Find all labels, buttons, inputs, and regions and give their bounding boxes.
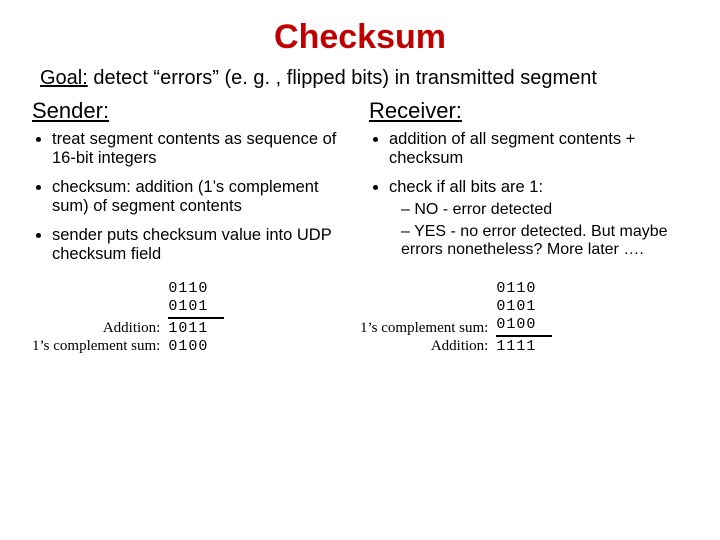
operand: 0101 [168,298,224,316]
label-complement: 1’s complement sum: [32,337,160,356]
list-item: check if all bits are 1: NO - error dete… [389,178,688,259]
list-item: YES - no error detected. But maybe error… [401,223,688,259]
operand: 0100 [496,316,552,334]
list-item: NO - error detected [401,201,688,219]
operand: 0110 [168,280,224,298]
receiver-column: Receiver: addition of all segment conten… [369,94,688,274]
calc-left-numbers: 0110 0101 1011 0100 [168,280,224,356]
goal-label: Goal: [40,67,88,89]
calc-left-labels: Addition: 1’s complement sum: [32,281,160,356]
rule-line [496,335,552,337]
label-addition: Addition: [32,319,160,338]
sum-value: 1011 [168,320,224,338]
receiver-subbullets: NO - error detected YES - no error detec… [389,201,688,259]
calculations-row: Addition: 1’s complement sum: 0110 0101 … [32,280,688,356]
calc-left: Addition: 1’s complement sum: 0110 0101 … [32,280,360,356]
goal-line: Goal: detect “errors” (e. g. , flipped b… [32,67,688,90]
operand: 0101 [496,298,552,316]
operand: 0110 [496,280,552,298]
receiver-bullets: addition of all segment contents + check… [375,130,688,259]
label-complement: 1’s complement sum: [360,319,488,338]
list-item: addition of all segment contents + check… [389,130,688,168]
bullet-lead: check if all bits are 1: [389,178,543,196]
calc-right-labels: 1’s complement sum: Addition: [360,281,488,356]
rule-line [168,317,224,319]
slide-title: Checksum [32,18,688,57]
goal-text: detect “errors” (e. g. , flipped bits) i… [88,67,597,89]
columns: Sender: treat segment contents as sequen… [32,94,688,274]
calc-right-numbers: 0110 0101 0100 1111 [496,280,552,356]
sender-column: Sender: treat segment contents as sequen… [32,94,351,274]
label-addition: Addition: [360,337,488,356]
receiver-heading: Receiver: [369,98,688,124]
list-item: sender puts checksum value into UDP chec… [52,226,351,264]
complement-value: 0100 [168,338,224,356]
list-item: treat segment contents as sequence of 16… [52,130,351,168]
sender-heading: Sender: [32,98,351,124]
calc-right: 1’s complement sum: Addition: 0110 0101 … [360,280,688,356]
sum-value: 1111 [496,338,552,356]
sender-bullets: treat segment contents as sequence of 16… [38,130,351,264]
list-item: checksum: addition (1’s complement sum) … [52,178,351,216]
